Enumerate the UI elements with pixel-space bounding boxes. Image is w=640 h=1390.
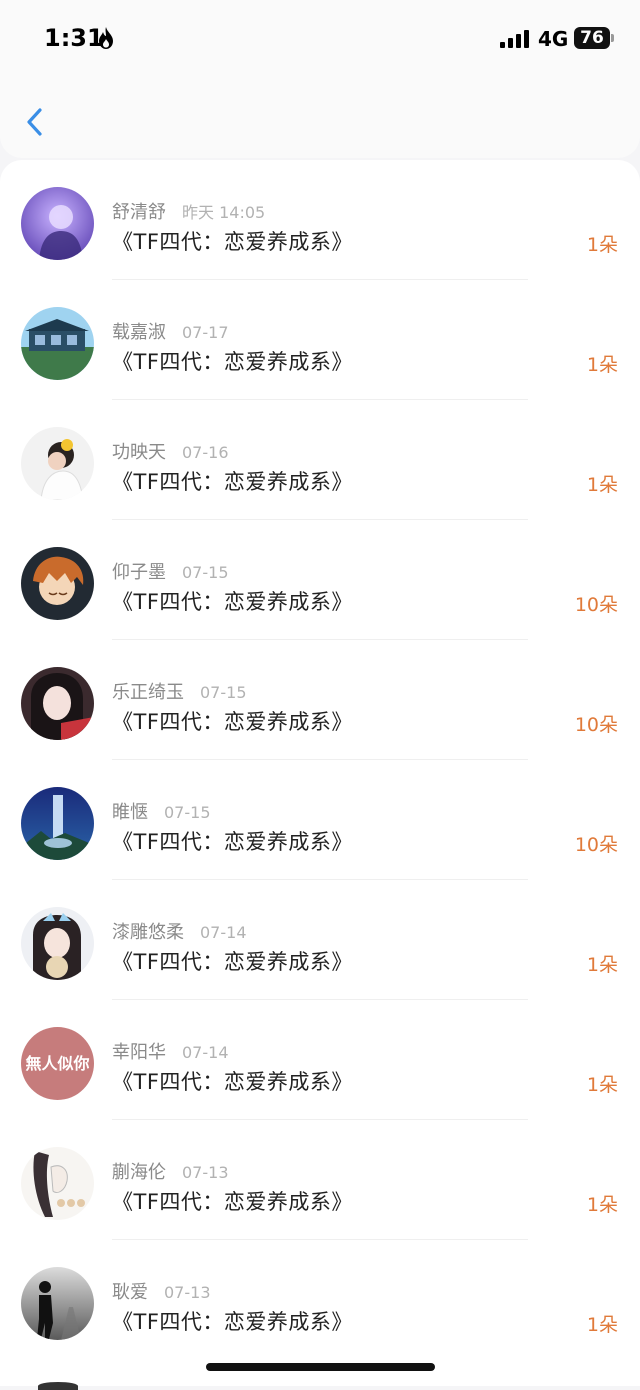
username-row: 睢惬 07-15 [112,798,211,824]
timestamp: 07-13 [164,1283,211,1302]
username: 漆雕悠柔 [112,922,184,943]
username-row: 幸阳华 07-14 [112,1038,229,1064]
list-item[interactable]: 蒯海伦 07-13 《TF四代：恋爱养成系》 1朵 [0,1120,640,1240]
list-item[interactable]: 舒清舒 昨天 14:05 《TF四代：恋爱养成系》 1朵 [0,160,640,280]
nav-bar [0,80,640,158]
gift-title: 《TF四代：恋爱养成系》 [112,950,353,974]
list-item[interactable]: 乐正绮玉 07-15 《TF四代：恋爱养成系》 10朵 [0,640,640,760]
gift-title: 《TF四代：恋爱养成系》 [112,1070,353,1094]
gift-amount: 1朵 [586,1074,618,1096]
list-item[interactable]: 耿爱 07-13 《TF四代：恋爱养成系》 1朵 [0,1240,640,1360]
avatar[interactable] [21,907,94,980]
username-row: 功映天 07-16 [112,438,229,464]
avatar[interactable] [21,1267,94,1340]
battery-icon: 76 [574,27,614,49]
gift-amount: 10朵 [574,714,618,736]
username: 睢惬 [112,802,148,823]
timestamp: 07-15 [164,803,211,822]
username: 乐正绮玉 [112,682,184,703]
timestamp: 07-17 [182,323,229,342]
timestamp: 昨天 14:05 [182,203,266,222]
avatar[interactable] [21,547,94,620]
gift-title: 《TF四代：恋爱养成系》 [112,230,353,254]
list-item[interactable]: 漆雕悠柔 07-14 《TF四代：恋爱养成系》 1朵 [0,880,640,1000]
avatar[interactable] [21,427,94,500]
username: 蒯海伦 [112,1162,166,1183]
gift-amount: 1朵 [586,1194,618,1216]
username: 载嘉淑 [112,322,166,343]
timestamp: 07-13 [182,1163,229,1182]
gift-amount: 10朵 [574,594,618,616]
list-item[interactable]: 睢惬 07-15 《TF四代：恋爱养成系》 10朵 [0,760,640,880]
status-time: 1:31 [44,24,104,52]
username-row: 舒清舒 昨天 14:05 [112,198,265,224]
timestamp: 07-14 [182,1043,229,1062]
battery-cap [611,34,614,42]
status-bar: 1:31 4G 76 [0,0,640,80]
avatar[interactable] [21,1147,94,1220]
list-item[interactable]: 载嘉淑 07-17 《TF四代：恋爱养成系》 1朵 [0,280,640,400]
gift-amount: 1朵 [586,1314,618,1336]
username-row: 漆雕悠柔 07-14 [112,918,247,944]
flame-icon [99,27,113,49]
gift-title: 《TF四代：恋爱养成系》 [112,830,353,854]
gift-title: 《TF四代：恋爱养成系》 [112,350,353,374]
username: 功映天 [112,442,166,463]
username-row: 乐正绮玉 07-15 [112,678,247,704]
timestamp: 07-15 [200,683,247,702]
gift-title: 《TF四代：恋爱养成系》 [112,1310,353,1334]
timestamp: 07-16 [182,443,229,462]
avatar[interactable]: 無人似你 [21,1027,94,1100]
gift-title: 《TF四代：恋爱养成系》 [112,470,353,494]
avatar[interactable] [21,667,94,740]
avatar[interactable] [21,187,94,260]
username-row: 耿爱 07-13 [112,1278,211,1304]
timestamp: 07-15 [182,563,229,582]
list-item[interactable]: 功映天 07-16 《TF四代：恋爱养成系》 1朵 [0,400,640,520]
username-row: 仰子墨 07-15 [112,558,229,584]
gift-amount: 1朵 [586,474,618,496]
list-item[interactable]: 仰子墨 07-15 《TF四代：恋爱养成系》 10朵 [0,520,640,640]
username: 幸阳华 [112,1042,166,1063]
avatar [38,1382,78,1390]
list-item[interactable]: 無人似你 幸阳华 07-14 《TF四代：恋爱养成系》 1朵 [0,1000,640,1120]
gift-record-list: 舒清舒 昨天 14:05 《TF四代：恋爱养成系》 1朵 载嘉淑 07-17 《TF… [0,160,640,1386]
avatar-text: 無人似你 [25,1054,90,1073]
gift-amount: 1朵 [586,354,618,376]
chevron-left-icon [27,108,42,136]
signal-icon [500,30,529,48]
gift-title: 《TF四代：恋爱养成系》 [112,590,353,614]
username: 舒清舒 [112,202,166,223]
username-row: 蒯海伦 07-13 [112,1158,229,1184]
username: 仰子墨 [112,562,166,583]
home-indicator[interactable] [206,1363,435,1371]
username: 耿爱 [112,1282,148,1303]
gift-title: 《TF四代：恋爱养成系》 [112,1190,353,1214]
network-label: 4G [538,27,569,51]
timestamp: 07-14 [200,923,247,942]
username-row: 载嘉淑 07-17 [112,318,229,344]
gift-amount: 1朵 [586,954,618,976]
gift-title: 《TF四代：恋爱养成系》 [112,710,353,734]
avatar[interactable] [21,787,94,860]
gift-amount: 1朵 [586,234,618,256]
back-button[interactable] [18,102,54,142]
avatar[interactable] [21,307,94,380]
battery-level: 76 [574,27,610,49]
gift-amount: 10朵 [574,834,618,856]
